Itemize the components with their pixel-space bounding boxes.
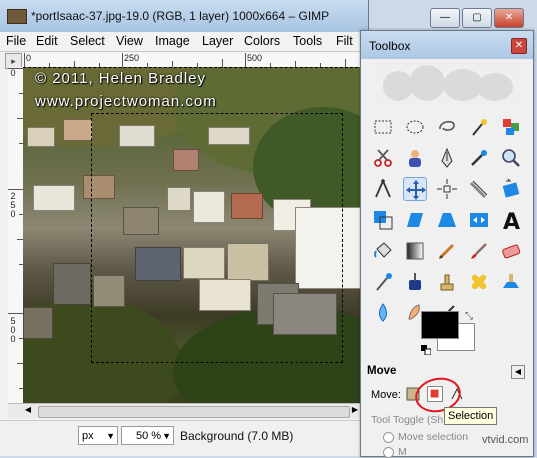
menu-layer[interactable]: Layer xyxy=(202,34,233,48)
ruler-h-label-250: 250 xyxy=(124,53,140,63)
vertical-ruler[interactable]: 0 250 500 xyxy=(8,67,24,403)
menu-bar: File Edit Select View Image Layer Colors… xyxy=(0,32,368,52)
fuzzy-select-icon[interactable] xyxy=(467,115,491,139)
menu-file[interactable]: File xyxy=(6,34,26,48)
chevron-down-icon: ▼ xyxy=(162,431,171,441)
unit-select[interactable]: px ▼ xyxy=(78,426,118,445)
ruler-v-label-500: 500 xyxy=(10,316,16,344)
radio-option-2[interactable]: M xyxy=(383,446,407,458)
perspective-clone-icon[interactable] xyxy=(499,270,523,294)
house xyxy=(53,263,91,305)
window-title: *portIsaac-37.jpg-19.0 (RGB, 1 layer) 10… xyxy=(31,9,330,23)
paths-icon[interactable] xyxy=(435,146,459,170)
menu-edit[interactable]: Edit xyxy=(36,34,58,48)
scissors-icon[interactable] xyxy=(371,146,395,170)
menu-view[interactable]: View xyxy=(116,34,143,48)
layer-info: Background (7.0 MB) xyxy=(180,429,294,443)
blur-icon[interactable] xyxy=(371,301,395,325)
text-icon[interactable]: A xyxy=(499,208,523,232)
toolbox-title-bar: Toolbox ✕ xyxy=(361,31,533,59)
radio-move-selection-label: Move selection xyxy=(398,431,469,443)
toolbox-title: Toolbox xyxy=(369,39,411,53)
rect-select-icon[interactable] xyxy=(371,115,395,139)
flip-icon[interactable] xyxy=(467,208,491,232)
house xyxy=(23,307,53,339)
ruler-v-label-0: 0 xyxy=(10,68,16,78)
airbrush-icon[interactable] xyxy=(371,270,395,294)
scale-icon[interactable] xyxy=(371,208,395,232)
foreground-color-swatch[interactable] xyxy=(421,311,459,339)
horizontal-scrollbar[interactable]: ◀ ▶ xyxy=(8,403,363,418)
tool-options-title: Move xyxy=(367,365,397,377)
shear-icon[interactable] xyxy=(403,208,427,232)
house xyxy=(63,119,93,141)
gimp-app-icon xyxy=(7,9,27,24)
image-canvas[interactable]: © 2011, Helen Bradley www.projectwoman.c… xyxy=(23,67,363,403)
ruler-h-label-500: 500 xyxy=(247,53,263,63)
svg-text:A: A xyxy=(503,210,520,232)
watermark-url: www.projectwoman.com xyxy=(35,93,217,110)
title-bar: *portIsaac-37.jpg-19.0 (RGB, 1 layer) 10… xyxy=(0,0,368,33)
gimp-wilber-logo[interactable] xyxy=(373,61,523,105)
menu-filters[interactable]: Filt xyxy=(336,34,353,48)
tool-toggle-label: Tool Toggle (Sh xyxy=(371,414,444,426)
site-watermark: vtvid.com xyxy=(482,434,529,446)
minimize-icon[interactable]: — xyxy=(430,8,460,28)
radio-dot-icon xyxy=(383,431,394,443)
ink-icon[interactable] xyxy=(403,270,427,294)
menu-tools[interactable]: Tools xyxy=(293,34,322,48)
toolbox-window: Toolbox ✕ A ⤡ Move ◀ Move: Tool Toggle (… xyxy=(360,30,534,458)
blend-icon[interactable] xyxy=(403,239,427,263)
swap-colors-icon[interactable]: ⤡ xyxy=(465,311,473,322)
move-icon[interactable] xyxy=(403,177,427,201)
ellipse-select-icon[interactable] xyxy=(403,115,427,139)
default-colors-icon[interactable] xyxy=(421,345,431,355)
foreground-select-icon[interactable] xyxy=(403,146,427,170)
perspective-icon[interactable] xyxy=(435,208,459,232)
house xyxy=(33,185,75,211)
by-color-select-icon[interactable] xyxy=(499,115,523,139)
image-window: *portIsaac-37.jpg-19.0 (RGB, 1 layer) 10… xyxy=(0,0,369,456)
close-icon[interactable]: ✕ xyxy=(494,8,524,28)
crop-icon[interactable] xyxy=(467,177,491,201)
chevron-down-icon: ▼ xyxy=(106,431,115,441)
move-mode-label: Move: xyxy=(371,389,401,401)
tool-options-menu-icon[interactable]: ◀ xyxy=(511,365,525,379)
horizontal-ruler[interactable]: 0 250 500 xyxy=(23,53,363,68)
eraser-icon[interactable] xyxy=(499,239,523,263)
pencil-icon[interactable] xyxy=(435,239,459,263)
selection-marquee[interactable] xyxy=(91,113,343,363)
zoom-value: 50 % xyxy=(136,430,162,442)
clone-icon[interactable] xyxy=(435,270,459,294)
selection-tooltip: Selection xyxy=(444,407,498,425)
scroll-left-icon[interactable]: ◀ xyxy=(22,405,34,417)
heal-icon[interactable] xyxy=(467,270,491,294)
align-icon[interactable] xyxy=(435,177,459,201)
image-boundary xyxy=(23,67,363,68)
ruler-h-label-0: 0 xyxy=(26,53,32,63)
status-bar: px ▼ 50 % ▼ Background (7.0 MB) xyxy=(0,420,368,456)
menu-select[interactable]: Select xyxy=(70,34,105,48)
color-picker-icon[interactable] xyxy=(467,146,491,170)
zoom-icon[interactable] xyxy=(499,146,523,170)
bucket-fill-icon[interactable] xyxy=(371,239,395,263)
radio-move-selection[interactable]: Move selection xyxy=(383,431,468,443)
menu-colors[interactable]: Colors xyxy=(244,34,280,48)
radio-option-2-label: M xyxy=(398,446,407,458)
zoom-select[interactable]: 50 % ▼ xyxy=(121,426,174,445)
radio-dot-icon xyxy=(383,446,394,458)
ruler-v-label-250: 250 xyxy=(10,191,16,219)
rotate-icon[interactable] xyxy=(499,177,523,201)
menu-image[interactable]: Image xyxy=(155,34,190,48)
measure-icon[interactable] xyxy=(371,177,395,201)
house xyxy=(27,127,55,147)
paintbrush-icon[interactable] xyxy=(467,239,491,263)
lasso-icon[interactable] xyxy=(435,115,459,139)
scrollbar-thumb[interactable] xyxy=(38,406,350,418)
fg-bg-colors[interactable]: ⤡ xyxy=(421,311,481,355)
maximize-icon[interactable]: ▢ xyxy=(462,8,492,28)
watermark-copyright: © 2011, Helen Bradley xyxy=(35,70,207,87)
close-icon[interactable]: ✕ xyxy=(511,38,527,54)
unit-value: px xyxy=(82,430,94,442)
